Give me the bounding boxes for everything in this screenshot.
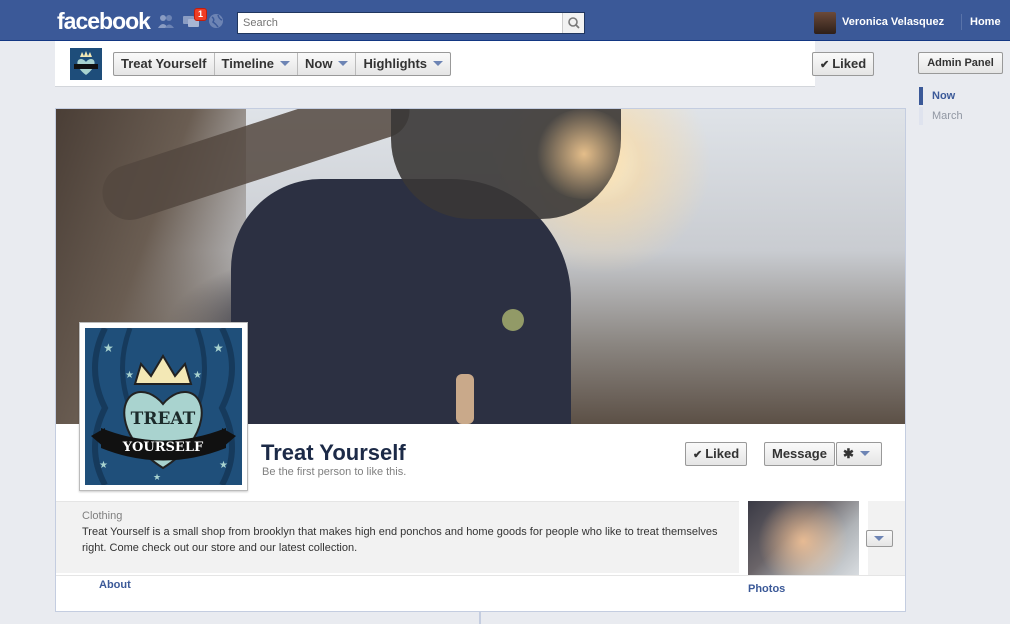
notification-badge: 1	[194, 8, 208, 21]
liked-button-nav[interactable]: ✔ Liked	[812, 52, 875, 76]
tab-page-name[interactable]: Treat Yourself	[114, 53, 215, 75]
search-box	[237, 12, 585, 34]
timeline-spine	[479, 612, 481, 624]
svg-text:★: ★	[103, 341, 114, 355]
search-icon	[568, 17, 580, 29]
about-link[interactable]: About	[99, 579, 131, 591]
svg-text:★: ★	[193, 370, 202, 381]
search-button[interactable]	[562, 13, 584, 33]
chevron-down-icon	[280, 61, 291, 66]
tab-highlights[interactable]: Highlights	[356, 53, 450, 75]
svg-text:★: ★	[153, 473, 161, 483]
facebook-logo[interactable]: facebook	[57, 8, 151, 35]
logo-text-yourself: YOURSELF	[122, 440, 204, 455]
chevron-down-icon	[338, 61, 349, 66]
treat-yourself-logo: ★ ★ ★ ★ ★ ★ ★ TREAT YOURSELF	[85, 328, 242, 485]
more-apps-button[interactable]	[866, 530, 893, 547]
svg-text:★: ★	[213, 341, 224, 355]
chevron-down-icon	[874, 536, 884, 541]
top-bar: facebook 1 Veronica Velasquez Home	[0, 0, 1010, 41]
logo-text-treat: TREAT	[131, 409, 196, 429]
page-nav-tabs: Treat Yourself Timeline Now Highlights	[113, 52, 452, 76]
chevron-down-icon	[859, 451, 870, 456]
scrubber-item-now[interactable]: Now	[919, 87, 963, 105]
user-avatar[interactable]	[814, 12, 836, 34]
checkmark-icon: ✔	[693, 449, 703, 461]
about-summary-box[interactable]: Clothing Treat Yourself is a small shop …	[56, 501, 739, 573]
svg-text:★: ★	[99, 460, 108, 471]
divider	[56, 575, 905, 576]
tab-now[interactable]: Now	[298, 53, 357, 75]
page-title[interactable]: Treat Yourself	[261, 440, 406, 466]
search-input[interactable]	[238, 13, 558, 33]
liked-button[interactable]: ✔ Liked	[685, 442, 748, 466]
photos-thumbnail[interactable]	[748, 501, 859, 575]
friend-requests-icon[interactable]	[157, 13, 175, 29]
svg-text:★: ★	[219, 460, 228, 471]
home-link[interactable]: Home	[970, 16, 1001, 28]
likes-summary: Be the first person to like this.	[262, 466, 407, 478]
profile-picture[interactable]: ★ ★ ★ ★ ★ ★ ★ TREAT YOURSELF	[79, 322, 248, 491]
tab-timeline[interactable]: Timeline	[215, 53, 299, 75]
page-thumbnail[interactable]	[70, 48, 102, 80]
scrubber-item-march[interactable]: March	[919, 107, 963, 125]
globe-notifications-icon[interactable]	[207, 13, 225, 29]
timeline-card: ★ ★ ★ ★ ★ ★ ★ TREAT YOURSELF Treat Yours…	[55, 108, 906, 612]
photos-link[interactable]: Photos	[748, 583, 785, 595]
page-description: Treat Yourself is a small shop from broo…	[82, 526, 718, 554]
user-name-link[interactable]: Veronica Velasquez	[842, 16, 944, 28]
page-nav-bar: Treat Yourself Timeline Now Highlights ✔…	[55, 41, 875, 87]
page-settings-button[interactable]: ✱	[836, 442, 882, 466]
timeline-scrubber: Now March	[919, 87, 963, 127]
svg-text:★: ★	[125, 370, 134, 381]
message-button[interactable]: Message	[764, 442, 835, 466]
admin-panel-button[interactable]: Admin Panel	[918, 52, 1003, 74]
chevron-down-icon	[433, 61, 444, 66]
checkmark-icon: ✔	[820, 59, 830, 71]
divider	[961, 14, 962, 30]
page-category: Clothing	[82, 510, 123, 522]
gear-icon: ✱	[843, 446, 854, 461]
